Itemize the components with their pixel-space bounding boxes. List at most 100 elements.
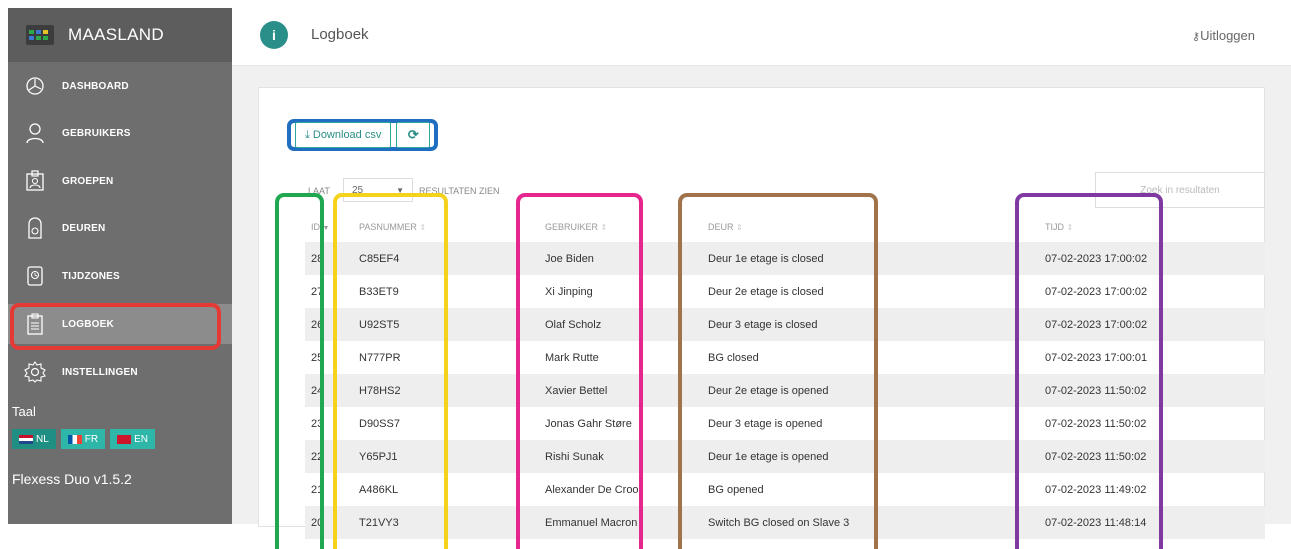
cell-deur: Deur 3 etage is closed <box>702 308 1039 341</box>
flag-nl-icon <box>19 434 33 444</box>
cell-pasnummer: N777PR <box>359 351 401 364</box>
cell-tijd: 07-02-2023 17:00:02 <box>1039 308 1265 341</box>
cell-deur: BG opened <box>708 483 764 496</box>
cell-deur: Deur 2e etage is opened <box>702 374 1039 407</box>
sort-desc-icon: ▼ <box>322 225 330 232</box>
gear-icon <box>22 359 48 385</box>
cell-tijd: 07-02-2023 17:00:02 <box>1039 242 1265 275</box>
chevron-down-icon: ▼ <box>396 185 404 195</box>
cell-gebruiker: Olaf Scholz <box>539 308 702 341</box>
cell-gebruiker: Mark Rutte <box>545 351 599 364</box>
sidebar-item-dashboard[interactable]: DASHBOARD <box>8 66 232 106</box>
sidebar-item-instellingen[interactable]: INSTELLINGEN <box>8 352 232 392</box>
table-row: 23 D90SS7 Jonas Gahr Støre Deur 3 etage is … <box>305 407 1265 440</box>
sort-icon: ⇕ <box>600 223 608 232</box>
table-row: 27 B33ET9 Xi Jinping Deur 2e etage is close… <box>305 275 1265 308</box>
sidebar-item-logboek[interactable]: LOGBOEK <box>8 304 232 344</box>
cell-gebruiker: Emmanuel Macron <box>539 506 702 539</box>
info-icon[interactable]: i <box>260 21 288 49</box>
table-header-row: ID ▼ PASNUMMER ⇕ GEBRUIKER ⇕ DEUR ⇕ TIJD… <box>305 212 1265 242</box>
column-header-tijd[interactable]: TIJD ⇕ <box>1039 212 1265 242</box>
cell-gebruiker: Joe Biden <box>539 242 702 275</box>
cell-pasnummer: T21VY3 <box>353 506 539 539</box>
sidebar: MAASLAND DASHBOARD GEBRUIKERS GROEPEN DE… <box>8 8 232 524</box>
language-button-nl[interactable]: NL <box>12 429 56 449</box>
brand-bar[interactable]: MAASLAND <box>8 8 232 62</box>
top-header: i Logboek ⚷Uitloggen <box>232 8 1291 66</box>
header-label: GEBRUIKER <box>545 222 599 232</box>
sort-icon: ⇕ <box>736 223 743 232</box>
header-label: DEUR <box>708 222 734 232</box>
flag-fr-icon <box>67 434 82 444</box>
sidebar-item-label: TIJDZONES <box>62 270 120 282</box>
language-code: FR <box>84 433 99 445</box>
cell-id: 21 <box>311 483 324 496</box>
table-row: 28 C85EF4 Joe Biden Deur 1e etage is closed… <box>305 242 1265 275</box>
language-button-fr[interactable]: FR <box>60 429 106 449</box>
flag-uk-icon <box>117 434 132 444</box>
header-label: ID <box>311 222 320 232</box>
sidebar-item-label: INSTELLINGEN <box>62 366 138 378</box>
cell-tijd: 07-02-2023 11:50:02 <box>1045 417 1147 430</box>
logout-label: Uitloggen <box>1200 28 1255 43</box>
sidebar-item-tijdzones[interactable]: TIJDZONES <box>8 256 232 296</box>
table-row: 21 A486KL Alexander De Croo BG opened 07-02-… <box>305 473 1265 506</box>
table-row: 24 H78HS2 Xavier Bettel Deur 2e etage is op… <box>305 374 1265 407</box>
maasland-logo-icon <box>26 25 54 45</box>
cell-gebruiker: Xi Jinping <box>545 285 593 298</box>
sidebar-item-groepen[interactable]: GROEPEN <box>8 161 232 201</box>
cell-id: 27 <box>311 285 324 298</box>
logout-link[interactable]: ⚷Uitloggen <box>1192 28 1255 43</box>
cell-pasnummer: H78HS2 <box>353 374 539 407</box>
column-header-pasnummer[interactable]: PASNUMMER ⇕ <box>353 212 539 242</box>
table-row: 25 N777PR Mark Rutte BG closed 07-02-2023 17… <box>305 341 1265 374</box>
column-header-deur[interactable]: DEUR ⇕ <box>702 212 1039 242</box>
cell-pasnummer: Y65PJ1 <box>353 440 539 473</box>
language-switcher: NL FR EN <box>12 429 156 449</box>
brand-name: MAASLAND <box>68 25 164 44</box>
refresh-button[interactable]: ⟳ <box>396 122 431 148</box>
cell-tijd: 07-02-2023 17:00:01 <box>1045 351 1148 364</box>
search-input[interactable]: Zoek in resultaten <box>1095 172 1265 208</box>
cell-id: 26 <box>305 308 353 341</box>
main-content: ⤓ Download csv ⟳ LAAT 25 ▼ RESULTATEN ZIE… <box>232 66 1291 539</box>
cell-gebruiker: Jonas Gahr Støre <box>545 417 632 430</box>
cell-id: 25 <box>311 351 324 364</box>
table-row: 20 T21VY3 Emmanuel Macron Switch BG closed … <box>305 506 1265 539</box>
column-header-id[interactable]: ID ▼ <box>305 212 353 242</box>
page-size-prefix: LAAT <box>308 186 330 196</box>
page-size-select[interactable]: 25 ▼ <box>343 178 413 202</box>
dashboard-icon <box>22 73 48 99</box>
cell-pasnummer: U92ST5 <box>353 308 539 341</box>
cell-gebruiker: Xavier Bettel <box>539 374 702 407</box>
language-button-en[interactable]: EN <box>110 429 156 449</box>
cell-deur: Deur 1e etage is opened <box>702 440 1039 473</box>
header-label: PASNUMMER <box>359 222 417 232</box>
sidebar-item-deuren[interactable]: DEUREN <box>8 208 232 248</box>
door-icon <box>22 215 48 241</box>
cell-tijd: 07-02-2023 11:50:02 <box>1039 374 1265 407</box>
cell-pasnummer: D90SS7 <box>359 417 400 430</box>
version-label: Flexess Duo v1.5.2 <box>12 471 132 487</box>
cell-deur: Deur 2e etage is closed <box>708 285 824 298</box>
column-header-gebruiker[interactable]: GEBRUIKER ⇕ <box>539 212 702 242</box>
cell-id: 28 <box>305 242 353 275</box>
table-row: 22 Y65PJ1 Rishi Sunak Deur 1e etage is open… <box>305 440 1265 473</box>
page-size-value: 25 <box>352 184 364 196</box>
sidebar-item-gebruikers[interactable]: GEBRUIKERS <box>8 113 232 153</box>
user-icon <box>22 120 48 146</box>
download-csv-button[interactable]: ⤓ Download csv <box>295 122 392 148</box>
refresh-icon: ⟳ <box>407 127 419 142</box>
page-size-suffix: RESULTATEN ZIEN <box>419 186 500 196</box>
cell-id: 23 <box>311 417 324 430</box>
group-badge-icon <box>22 168 48 194</box>
cell-deur: BG closed <box>708 351 759 364</box>
page-title: Logboek <box>311 26 369 43</box>
sidebar-item-label: DEUREN <box>62 222 106 234</box>
log-card: ⤓ Download csv ⟳ LAAT 25 ▼ RESULTATEN ZIE… <box>258 87 1265 539</box>
cell-tijd: 07-02-2023 11:50:02 <box>1039 440 1265 473</box>
cell-id: 22 <box>305 440 353 473</box>
clipboard-icon <box>22 311 48 337</box>
app-root: MAASLAND DASHBOARD GEBRUIKERS GROEPEN DE… <box>0 0 1291 549</box>
sort-icon: ⇕ <box>419 223 427 232</box>
